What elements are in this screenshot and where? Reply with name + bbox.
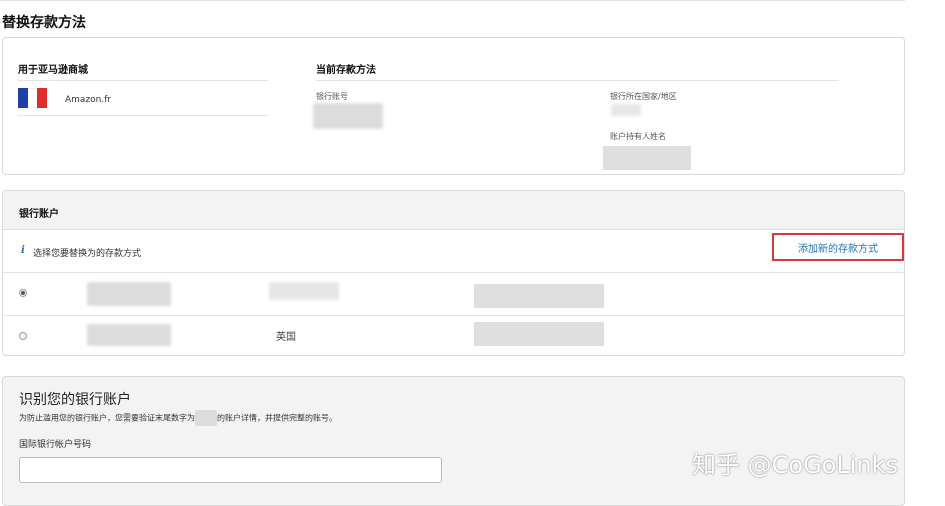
verify-title: 识别您的银行账户 bbox=[19, 392, 131, 408]
country-redacted bbox=[269, 282, 339, 300]
bank-accounts-panel: 银行账户 i 选择您要替换为的存款方式 添加新的存款方式 英国 bbox=[2, 190, 905, 356]
marketplace-divider-bottom bbox=[18, 115, 268, 116]
verify-description: 为防止滥用您的银行账户，您需要验证末尾数字为 的账户详情，并提供完整的账号。 bbox=[19, 410, 337, 426]
bank-country-redacted bbox=[611, 104, 641, 116]
holder-name-redacted bbox=[474, 284, 604, 308]
row-divider bbox=[3, 272, 904, 273]
current-method-panel: 用于亚马逊商城 Amazon.fr 当前存款方法 银行账号 银行所在国家/地区 … bbox=[2, 37, 905, 175]
row-divider bbox=[3, 315, 904, 316]
account-holder-label: 账户持有人姓名 bbox=[610, 132, 666, 141]
marketplace-divider bbox=[18, 80, 268, 81]
bank-account-label: 银行账号 bbox=[316, 92, 348, 101]
bank-country-label: 银行所在国家/地区 bbox=[610, 92, 677, 101]
account-number-redacted bbox=[87, 282, 171, 306]
info-icon: i bbox=[21, 245, 25, 256]
last-digits-redacted bbox=[195, 410, 217, 426]
holder-name-redacted bbox=[474, 322, 604, 346]
account-number-redacted bbox=[87, 324, 171, 346]
bank-accounts-header: 银行账户 bbox=[3, 191, 904, 230]
bank-country-value: 英国 bbox=[276, 332, 296, 343]
france-flag-icon bbox=[18, 88, 48, 108]
account-holder-redacted bbox=[603, 146, 691, 170]
verify-account-panel: 识别您的银行账户 为防止滥用您的银行账户，您需要验证末尾数字为 的账户详情，并提供… bbox=[2, 376, 905, 506]
watermark: 知乎 @CoGoLinks bbox=[692, 451, 899, 479]
verify-desc-after: 的账户详情，并提供完整的账号。 bbox=[217, 413, 337, 423]
bank-account-radio[interactable] bbox=[19, 332, 27, 340]
bank-accounts-title: 银行账户 bbox=[19, 209, 59, 220]
bank-account-redacted bbox=[313, 103, 383, 129]
page-title: 替换存款方法 bbox=[2, 15, 86, 31]
current-method-divider bbox=[316, 80, 839, 81]
verify-desc-before: 为防止滥用您的银行账户，您需要验证末尾数字为 bbox=[19, 413, 195, 423]
top-divider bbox=[0, 0, 905, 1]
iban-input[interactable] bbox=[19, 457, 442, 483]
marketplace-name: Amazon.fr bbox=[65, 95, 112, 105]
add-deposit-method-button[interactable]: 添加新的存款方式 bbox=[772, 233, 904, 261]
iban-label: 国际银行帐户号码 bbox=[19, 440, 92, 450]
marketplace-header: 用于亚马逊商城 bbox=[18, 65, 88, 76]
bank-account-radio-selected[interactable] bbox=[19, 289, 27, 297]
info-text: 选择您要替换为的存款方式 bbox=[33, 249, 142, 259]
current-method-header: 当前存款方法 bbox=[316, 65, 376, 76]
